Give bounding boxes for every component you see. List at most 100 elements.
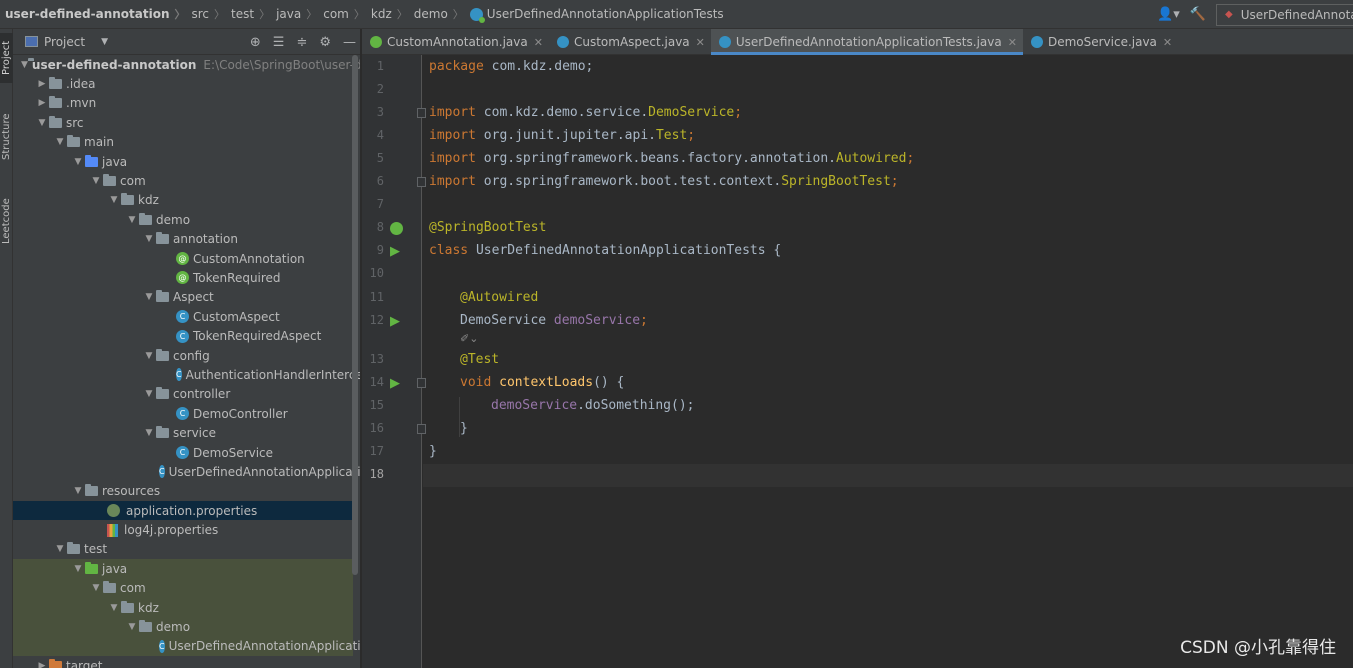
fold-marker-icon[interactable] xyxy=(417,424,426,434)
tree-item[interactable]: C UserDefinedAnnotationApplicatic xyxy=(13,636,360,657)
breadcrumb-class[interactable]: UserDefinedAnnotationApplicationTests xyxy=(464,0,724,29)
tab-label: CustomAnnotation.java xyxy=(387,35,528,49)
chevron-right-icon[interactable]: ▶ xyxy=(35,98,49,108)
tab-leetcode-tool[interactable]: Leetcode xyxy=(0,189,13,253)
chevron-down-icon[interactable]: ▼ xyxy=(142,351,156,361)
chevron-down-icon[interactable]: ▼ xyxy=(53,544,67,554)
tab-structure-tool[interactable]: Structure xyxy=(0,105,13,169)
chevron-down-icon[interactable]: ▼ xyxy=(125,215,139,225)
tree-item[interactable]: ▼ config xyxy=(13,346,353,365)
user-icon[interactable]: 👤▾ xyxy=(1157,7,1180,22)
tab-application-tests[interactable]: UserDefinedAnnotationApplicationTests.ja… xyxy=(710,29,1024,55)
minimize-icon[interactable]: — xyxy=(343,35,356,50)
chevron-down-icon[interactable]: ▼ xyxy=(107,195,121,205)
tree-item[interactable]: ▼ Aspect xyxy=(13,288,353,307)
tree-item[interactable]: ▼ com xyxy=(13,578,353,598)
tree-item[interactable]: @ CustomAnnotation xyxy=(13,249,353,268)
tree-item[interactable]: ▼ user-defined-annotation E:\Code\SpringBo… xyxy=(13,55,360,74)
tree-item[interactable]: ▼ demo xyxy=(13,210,353,229)
close-icon[interactable]: ✕ xyxy=(696,36,705,49)
chevron-down-icon[interactable]: ▼ xyxy=(142,234,156,244)
keyword: class xyxy=(429,243,469,258)
tree-item[interactable]: C TokenRequiredAspect xyxy=(13,326,353,345)
chevron-down-icon[interactable]: ▼ xyxy=(142,428,156,438)
line-number: 8 xyxy=(376,220,384,234)
fold-marker-icon[interactable] xyxy=(417,378,426,388)
tree-item-selected[interactable]: application.properties xyxy=(13,500,353,521)
tree-item[interactable]: ▼ src xyxy=(13,113,353,132)
tree-item[interactable]: ▼ demo xyxy=(13,617,353,637)
expand-all-icon[interactable]: ☰ xyxy=(273,35,285,50)
tree-item[interactable]: ▼ controller xyxy=(13,385,353,404)
chevron-down-icon[interactable]: ▼ xyxy=(35,118,49,128)
tree-item[interactable]: C DemoController xyxy=(13,404,353,423)
tree-item[interactable]: log4j.properties xyxy=(13,520,353,539)
locate-icon[interactable]: ⊕ xyxy=(250,35,261,50)
tree-item[interactable]: ▶ .mvn xyxy=(13,94,353,113)
tree-item[interactable]: C UserDefinedAnnotationApplicatic xyxy=(13,462,360,481)
breadcrumb-project[interactable]: user-defined-annotation 〉 xyxy=(0,0,186,29)
chevron-down-icon[interactable]: ▼ xyxy=(71,564,85,574)
project-panel-title[interactable]: Project xyxy=(44,35,85,49)
tree-item[interactable]: ▼ test xyxy=(13,540,353,559)
tab-project-tool[interactable]: Project xyxy=(0,33,13,83)
tab-custom-aspect[interactable]: CustomAspect.java ✕ xyxy=(549,29,711,55)
chevron-down-icon[interactable]: ▼ xyxy=(89,176,103,186)
breadcrumb-src[interactable]: src 〉 xyxy=(186,0,226,29)
close-icon[interactable]: ✕ xyxy=(1008,36,1017,49)
breadcrumb-label: UserDefinedAnnotationApplicationTests xyxy=(486,7,724,21)
tree-item[interactable]: ▼ service xyxy=(13,423,353,442)
chevron-down-icon[interactable]: ▼ xyxy=(71,157,85,167)
breadcrumb-test[interactable]: test 〉 xyxy=(225,0,270,29)
run-test-icon[interactable]: ▶ xyxy=(390,377,403,390)
chevron-down-icon[interactable]: ▼ xyxy=(101,37,108,47)
tree-item[interactable]: ▼ resources xyxy=(13,482,353,501)
inlay-hint-icon[interactable]: ✐⌄ xyxy=(460,332,478,345)
tree-item[interactable]: ▼ java xyxy=(13,152,353,171)
tree-item[interactable]: ▶ target xyxy=(13,656,353,668)
tree-item[interactable]: ▼ com xyxy=(13,171,353,190)
tree-item[interactable]: ▼ annotation xyxy=(13,230,353,249)
chevron-down-icon[interactable]: ▼ xyxy=(53,137,67,147)
breadcrumb-label: kdz xyxy=(370,7,392,21)
close-icon[interactable]: ✕ xyxy=(1163,36,1172,49)
code-line-12: DemoService demoService; xyxy=(460,311,648,331)
close-icon[interactable]: ✕ xyxy=(534,36,543,49)
tree-item[interactable]: ▼ kdz xyxy=(13,191,353,210)
chevron-right-icon[interactable]: ▶ xyxy=(35,79,49,89)
breadcrumb-com[interactable]: com 〉 xyxy=(317,0,365,29)
tab-custom-annotation[interactable]: CustomAnnotation.java ✕ xyxy=(362,29,549,55)
tree-item-label: .idea xyxy=(66,77,96,92)
tree-item[interactable]: @ TokenRequired xyxy=(13,268,353,287)
project-scrollbar[interactable] xyxy=(352,55,358,575)
tree-item[interactable]: C AuthenticationHandlerIntercep xyxy=(13,365,360,384)
spring-bean-icon[interactable] xyxy=(390,222,403,235)
run-configuration-select[interactable]: ◆ UserDefinedAnnota xyxy=(1216,3,1353,26)
tree-item[interactable]: C DemoService xyxy=(13,443,353,462)
code-editor[interactable]: 1 2 3 4 5 6 7 8 9 10 11 12 13 14 15 16 1… xyxy=(362,55,1353,668)
breadcrumb-java[interactable]: java 〉 xyxy=(270,0,317,29)
tree-item[interactable]: ▼ java xyxy=(13,559,353,579)
build-hammer-icon[interactable]: 🔨 xyxy=(1190,7,1206,22)
chevron-down-icon[interactable]: ▼ xyxy=(125,622,139,632)
tree-item[interactable]: ▼ kdz xyxy=(13,597,353,618)
chevron-right-icon[interactable]: ▶ xyxy=(35,661,49,668)
tree-item[interactable]: C CustomAspect xyxy=(13,307,353,326)
collapse-all-icon[interactable]: ≑ xyxy=(296,35,307,50)
chevron-down-icon[interactable]: ▼ xyxy=(21,60,28,70)
tree-item[interactable]: ▶ .idea xyxy=(13,74,353,93)
chevron-down-icon[interactable]: ▼ xyxy=(107,603,121,613)
run-test-icon[interactable]: ▶ xyxy=(390,245,403,258)
chevron-down-icon[interactable]: ▼ xyxy=(71,486,85,496)
chevron-down-icon[interactable]: ▼ xyxy=(142,389,156,399)
breadcrumb-demo[interactable]: demo 〉 xyxy=(408,0,464,29)
gear-icon[interactable]: ⚙ xyxy=(319,35,331,50)
fold-marker-icon[interactable] xyxy=(417,177,426,187)
chevron-down-icon[interactable]: ▼ xyxy=(142,292,156,302)
fold-marker-icon[interactable] xyxy=(417,108,426,118)
breadcrumb-kdz[interactable]: kdz 〉 xyxy=(365,0,408,29)
tab-demo-service[interactable]: DemoService.java ✕ xyxy=(1023,29,1178,55)
tree-item[interactable]: ▼ main xyxy=(13,133,353,152)
chevron-down-icon[interactable]: ▼ xyxy=(89,583,103,593)
autowired-navigation-icon[interactable]: ▶ xyxy=(390,315,403,328)
